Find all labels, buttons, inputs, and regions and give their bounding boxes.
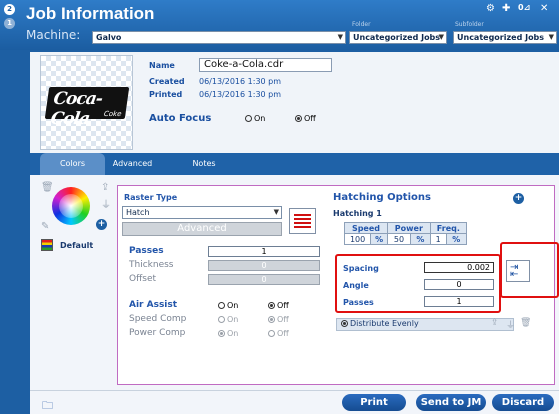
funnel-icon[interactable]: ⏚ (506, 318, 515, 331)
speed-value[interactable]: 100 (343, 233, 372, 245)
step-badge: 1 (4, 18, 15, 29)
radio-icon (218, 330, 225, 337)
folder-caption: Folder (352, 21, 371, 28)
offset-label: Offset (129, 274, 157, 284)
power-value[interactable]: 50 (386, 233, 411, 245)
speed-unit: % (370, 233, 388, 245)
passes-label: Passes (129, 246, 164, 256)
header-bar: 2 1 Job Information Machine: Galvo ▼ Fold… (0, 0, 559, 50)
subfolder-select[interactable]: Uncategorized Jobs ▼ (453, 31, 557, 44)
tab-advanced[interactable]: Advanced (105, 153, 160, 175)
radio-icon (218, 316, 225, 323)
radio-icon (268, 330, 275, 337)
job-thumbnail: Coca-Cola Coke (40, 55, 133, 150)
speed-header: Speed (344, 222, 388, 234)
tab-notes[interactable]: Notes (178, 153, 230, 175)
power-unit: % (409, 233, 431, 245)
hatching-options-title: Hatching Options (333, 192, 431, 203)
power-comp-off-radio[interactable]: Off (268, 329, 289, 338)
printed-label: Printed (149, 90, 183, 99)
highlight-box (500, 242, 559, 298)
speed-comp-off-radio[interactable]: Off (268, 315, 289, 324)
hatch-lines-icon (294, 214, 311, 228)
radio-icon (218, 302, 225, 309)
raster-type-label: Raster Type (124, 193, 178, 202)
power-comp-label: Power Comp (129, 328, 186, 338)
gear-icon[interactable]: ⚙ (486, 3, 495, 14)
printed-value: 06/13/2016 1:30 pm (199, 90, 282, 99)
radio-icon (341, 320, 348, 327)
default-color-label[interactable]: Default (60, 241, 93, 250)
chevron-down-icon: ▼ (273, 208, 279, 216)
name-label: Name (149, 61, 175, 70)
air-assist-on-radio[interactable]: On (218, 301, 238, 310)
power-header: Power (386, 222, 431, 234)
trash-icon[interactable]: 🗑 (520, 318, 531, 328)
highlight-box (335, 254, 501, 313)
share-icon[interactable]: ⇪ (491, 318, 499, 328)
chevron-down-icon: ▼ (438, 33, 444, 41)
default-swatch[interactable] (41, 239, 53, 251)
step-badge: 2 (4, 4, 15, 15)
pin-icon[interactable]: ✚ (502, 3, 510, 14)
color-wheel[interactable] (52, 187, 90, 225)
advanced-button[interactable]: Advanced (122, 222, 282, 236)
name-field[interactable]: Coke-a-Cola.cdr (199, 58, 332, 72)
hatching-table: Speed Power Freq. 100 % 50 % 1 % (343, 222, 468, 245)
funnel-icon[interactable]: ⏚ (101, 196, 111, 211)
close-icon[interactable]: ✕ (540, 3, 548, 14)
raster-type-select[interactable]: Hatch ▼ (122, 206, 282, 219)
thickness-field[interactable]: 0 (208, 260, 320, 271)
auto-focus-on-radio[interactable]: On (245, 114, 265, 123)
auto-focus-label: Auto Focus (149, 113, 212, 124)
hatch-preview-button[interactable] (289, 208, 316, 234)
radio-icon (245, 115, 252, 122)
new-folder-icon[interactable]: 🗀 (42, 397, 53, 414)
radio-icon (268, 316, 275, 323)
freq-unit: % (445, 233, 468, 245)
distribute-evenly-label: Distribute Evenly (350, 319, 419, 328)
air-assist-off-radio[interactable]: Off (268, 301, 289, 310)
machine-label: Machine: (26, 28, 81, 42)
power-comp-on-radio[interactable]: On (218, 329, 238, 338)
folder-select[interactable]: Uncategorized Jobs ▼ (349, 31, 447, 44)
coca-cola-logo: Coca-Cola Coke (44, 87, 130, 129)
chevron-down-icon: ▼ (337, 33, 343, 41)
speed-comp-on-radio[interactable]: On (218, 315, 238, 324)
tab-colors[interactable]: Colors (40, 153, 105, 175)
job-information-window: 2 1 Job Information Machine: Galvo ▼ Fold… (0, 0, 559, 414)
share-icon[interactable]: ⇪ (101, 182, 109, 193)
air-assist-label: Air Assist (129, 300, 178, 310)
eyedropper-icon[interactable]: ✎ (41, 221, 49, 232)
created-value: 06/13/2016 1:30 pm (199, 77, 282, 86)
radio-icon (295, 115, 302, 122)
distribute-evenly-row[interactable]: Distribute Evenly (336, 318, 514, 331)
discard-button[interactable]: Discard (492, 394, 554, 411)
add-color-icon[interactable]: + (96, 219, 107, 230)
subfolder-caption: Subfolder (455, 21, 484, 28)
zero-pan-icon[interactable]: 0⊿ (518, 3, 530, 12)
radio-icon (268, 302, 275, 309)
machine-select[interactable]: Galvo ▼ (92, 31, 346, 44)
freq-header: Freq. (429, 222, 468, 234)
speed-comp-label: Speed Comp (129, 314, 187, 324)
page-title: Job Information (26, 4, 155, 23)
hatching-subtitle: Hatching 1 (333, 209, 382, 218)
offset-field[interactable]: 0 (208, 274, 320, 285)
left-rail (0, 386, 30, 414)
auto-focus-off-radio[interactable]: Off (295, 114, 316, 123)
send-to-jm-button[interactable]: Send to JM (416, 394, 486, 411)
trash-icon[interactable]: 🗑 (41, 182, 54, 193)
add-hatching-icon[interactable]: + (513, 193, 524, 204)
chevron-down-icon: ▼ (548, 33, 554, 41)
thickness-label: Thickness (129, 260, 174, 270)
color-list: 🗑 ⇪ ⏚ ✎ + Default (30, 175, 112, 385)
passes-field[interactable]: 1 (208, 246, 320, 257)
print-button[interactable]: Print (342, 394, 406, 411)
freq-value[interactable]: 1 (429, 233, 447, 245)
created-label: Created (149, 77, 185, 86)
